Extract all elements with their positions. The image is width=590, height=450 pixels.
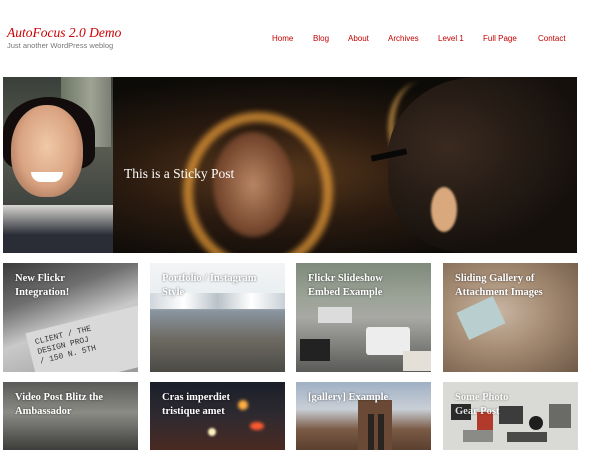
post-tile-portfolio[interactable]: Portfolio / Instagram Style	[150, 263, 285, 372]
post-tile-title: Video Post Blitz the Ambassador	[15, 392, 103, 417]
nav-item-home[interactable]: Home	[272, 34, 293, 43]
nav-item-archives[interactable]: Archives	[388, 34, 419, 43]
featured-post[interactable]: This is a Sticky Post	[3, 77, 577, 253]
post-tile-new-flickr[interactable]: CLIENT / THE DESIGN PROJ/ 150 N. 5TH New …	[3, 263, 138, 372]
nav-item-about[interactable]: About	[348, 34, 369, 43]
featured-post-title[interactable]: This is a Sticky Post	[124, 166, 234, 182]
post-tile-title: [gallery] Example	[308, 392, 389, 403]
post-tile-title: Flickr Slideshow Embed Example	[308, 273, 383, 298]
post-tile-title: Some Photo Gear Post	[455, 392, 509, 417]
nav-item-level-1[interactable]: Level 1	[438, 34, 464, 43]
main-navigation: Home Blog About Archives Level 1 Full Pa…	[0, 34, 590, 46]
post-tile-title: New Flickr Integration!	[15, 273, 70, 298]
nav-item-contact[interactable]: Contact	[538, 34, 566, 43]
post-tile-title: Portfolio / Instagram Style	[162, 273, 257, 298]
post-tile-gallery-example[interactable]: [gallery] Example	[296, 382, 431, 450]
nav-item-full-page[interactable]: Full Page	[483, 34, 517, 43]
post-tile-title: Sliding Gallery of Attachment Images	[455, 273, 543, 298]
post-tile-sliding-gallery[interactable]: Sliding Gallery of Attachment Images	[443, 263, 578, 372]
post-tile-title: Cras imperdiet tristique amet	[162, 392, 230, 417]
nav-item-blog[interactable]: Blog	[313, 34, 329, 43]
post-tile-flickr-slideshow[interactable]: Flickr Slideshow Embed Example	[296, 263, 431, 372]
post-tile-photo-gear[interactable]: Some Photo Gear Post	[443, 382, 578, 450]
featured-image	[113, 77, 577, 253]
post-tile-cras-imperdiet[interactable]: Cras imperdiet tristique amet	[150, 382, 285, 450]
featured-thumbnail-portrait	[3, 77, 113, 253]
post-tile-video-blitz[interactable]: Video Post Blitz the Ambassador	[3, 382, 138, 450]
